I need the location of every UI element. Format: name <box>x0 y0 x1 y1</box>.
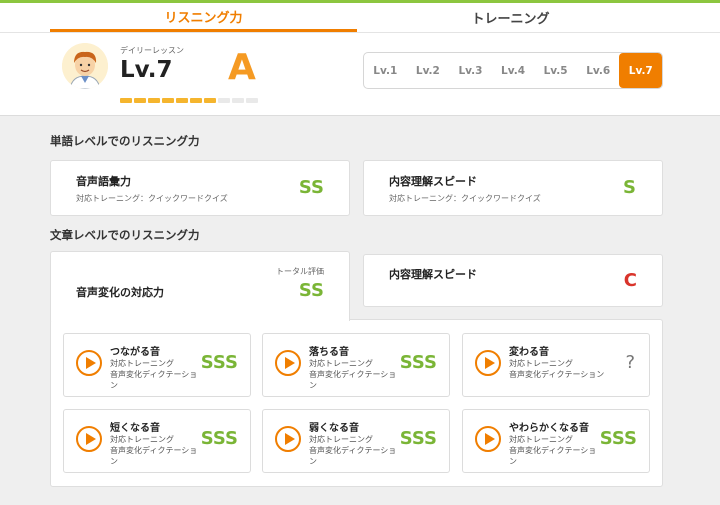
word-speed-sub: 対応トレーニング：クイックワードクイズ <box>389 194 541 203</box>
sound-item-score: SSS <box>200 352 238 373</box>
level-tab-3[interactable]: Lv.3 <box>449 53 492 88</box>
sound-item-score: ? <box>625 352 635 373</box>
sound-item-sub: 対応トレーニング音声変化ディクテーション <box>509 358 604 380</box>
play-icon[interactable] <box>475 426 501 452</box>
progress-segment <box>204 98 216 103</box>
main-tabs: リスニング力 トレーニング <box>0 3 720 32</box>
play-icon[interactable] <box>275 350 301 376</box>
sound-item-sub-line: ン <box>309 381 317 390</box>
sound-item-score: SSS <box>200 428 238 449</box>
sentence-section-title: 文章レベルでのリスニング力 <box>50 228 200 242</box>
sound-item-sub-line: 音声変化ディクテーショ <box>110 446 198 455</box>
sound-item-sub-line: 音声変化ディクテーショ <box>309 446 397 455</box>
sound-item-score: SSS <box>399 428 437 449</box>
sound-item-score: SSS <box>599 428 637 449</box>
vocab-card: 音声語彙力 対応トレーニング：クイックワードクイズ SS <box>50 160 350 216</box>
sound-item-sub-line: ン <box>110 381 118 390</box>
sound-item-sub: 対応トレーニング音声変化ディクテーション <box>309 434 396 467</box>
sound-item-sub-line: 対応トレーニング <box>509 435 573 444</box>
sound-item-card[interactable]: 落ちる音 対応トレーニング 音声変化ディクテーション SSS <box>262 333 450 397</box>
sound-item-sub-line: 音声変化ディクテーショ <box>509 446 597 455</box>
sound-item-sub: 対応トレーニング音声変化ディクテーション <box>509 434 596 467</box>
play-icon[interactable] <box>76 350 102 376</box>
vocab-card-sub: 対応トレーニング：クイックワードクイズ <box>76 194 228 203</box>
sound-item-title: 弱くなる音 <box>309 423 359 434</box>
level-progress-bar <box>120 98 258 103</box>
tab-training[interactable]: トレーニング <box>357 3 664 32</box>
lesson-label: デイリーレッスン <box>120 46 184 55</box>
current-level: Lv.7 <box>120 57 173 83</box>
sound-item-sub-line: ン <box>309 457 317 466</box>
word-speed-card: 内容理解スピード 対応トレーニング：クイックワードクイズ S <box>363 160 663 216</box>
sound-item-sub-line: 対応トレーニング <box>509 359 573 368</box>
sound-item-card[interactable]: つながる音 対応トレーニング 音声変化ディクテーション SSS <box>63 333 251 397</box>
play-icon[interactable] <box>76 426 102 452</box>
sound-item-card[interactable]: やわらかくなる音 対応トレーニング 音声変化ディクテーション SSS <box>462 409 650 473</box>
word-speed-title: 内容理解スピード <box>389 175 477 188</box>
sound-item-sub-line: 対応トレーニング <box>110 435 174 444</box>
sound-item-sub-line: 音声変化ディクテーショ <box>110 370 198 379</box>
progress-segment <box>148 98 160 103</box>
sound-item-title: 短くなる音 <box>110 423 160 434</box>
progress-segment <box>218 98 230 103</box>
progress-segment <box>232 98 244 103</box>
sound-item-sub: 対応トレーニング音声変化ディクテーション <box>309 358 396 391</box>
progress-segment <box>162 98 174 103</box>
progress-segment <box>120 98 132 103</box>
sound-item-sub-line: 対応トレーニング <box>309 359 373 368</box>
sound-item-title: つながる音 <box>110 347 160 358</box>
sound-item-card[interactable]: 短くなる音 対応トレーニング 音声変化ディクテーション SSS <box>63 409 251 473</box>
progress-segment <box>176 98 188 103</box>
play-icon[interactable] <box>275 426 301 452</box>
level-header: デイリーレッスン Lv.7 A Lv.1 Lv.2 Lv.3 Lv.4 Lv.5 Lv.6… <box>0 32 720 116</box>
sound-item-sub-line: ン <box>509 457 517 466</box>
level-tab-4[interactable]: Lv.4 <box>492 53 535 88</box>
level-tab-6[interactable]: Lv.6 <box>577 53 620 88</box>
level-tab-2[interactable]: Lv.2 <box>407 53 450 88</box>
sentence-speed-card[interactable]: 内容理解スピード C <box>363 254 663 307</box>
sound-item-sub-line: 音声変化ディクテーション <box>509 370 605 379</box>
level-tab-5[interactable]: Lv.5 <box>534 53 577 88</box>
sound-change-title: 音声変化の対応力 <box>76 286 164 299</box>
sound-item-title: やわらかくなる音 <box>509 423 589 434</box>
word-section-title: 単語レベルでのリスニング力 <box>50 134 200 148</box>
sound-item-sub-line: 対応トレーニング <box>309 435 373 444</box>
play-icon[interactable] <box>475 350 501 376</box>
tab-listening[interactable]: リスニング力 <box>50 3 357 32</box>
level-tab-1[interactable]: Lv.1 <box>364 53 407 88</box>
sound-item-card[interactable]: 弱くなる音 対応トレーニング 音声変化ディクテーション SSS <box>262 409 450 473</box>
vocab-card-title: 音声語彙力 <box>76 175 131 188</box>
avatar <box>62 43 108 89</box>
sentence-speed-title: 内容理解スピード <box>389 268 477 281</box>
sound-item-sub: 対応トレーニング音声変化ディクテーション <box>110 434 197 467</box>
level-selector: Lv.1 Lv.2 Lv.3 Lv.4 Lv.5 Lv.6 Lv.7 <box>363 52 663 89</box>
sound-item-sub: 対応トレーニング音声変化ディクテーション <box>110 358 197 391</box>
sound-item-sub-line: 対応トレーニング <box>110 359 174 368</box>
overall-grade: A <box>228 47 256 88</box>
total-eval-label: トータル評価 <box>276 267 324 276</box>
sound-item-sub-line: ン <box>110 457 118 466</box>
progress-segment <box>190 98 202 103</box>
level-tab-7[interactable]: Lv.7 <box>619 53 662 88</box>
sound-change-card[interactable]: 音声変化の対応力 トータル評価 SS <box>50 251 350 321</box>
sound-item-card[interactable]: 変わる音 対応トレーニング音声変化ディクテーション? <box>462 333 650 397</box>
user-avatar-icon <box>62 43 108 89</box>
sound-item-sub-line: 音声変化ディクテーショ <box>309 370 397 379</box>
word-speed-score: S <box>623 177 636 198</box>
progress-segment <box>134 98 146 103</box>
sound-change-score: SS <box>298 280 324 301</box>
sound-item-title: 変わる音 <box>509 347 549 358</box>
sound-item-title: 落ちる音 <box>309 347 349 358</box>
vocab-score: SS <box>298 177 324 198</box>
sentence-speed-score: C <box>623 270 637 291</box>
sound-item-score: SSS <box>399 352 437 373</box>
progress-segment <box>246 98 258 103</box>
